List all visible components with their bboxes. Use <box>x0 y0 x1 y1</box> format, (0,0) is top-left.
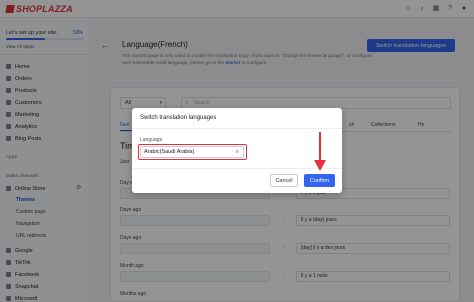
divider <box>132 168 342 169</box>
search-icon[interactable]: ⌕ <box>236 147 239 157</box>
cancel-button[interactable]: Cancel <box>270 174 298 187</box>
language-search-input[interactable]: Arabic(Saudi Arabia) ⌕ <box>140 146 244 158</box>
annotation-arrow-icon <box>314 132 326 171</box>
switch-language-dialog: Switch translation languages Language Ar… <box>132 108 342 193</box>
divider <box>132 128 342 129</box>
language-field-label: Language <box>140 137 163 143</box>
confirm-button[interactable]: Confirm <box>304 174 335 187</box>
dialog-title: Switch translation languages <box>140 115 217 121</box>
